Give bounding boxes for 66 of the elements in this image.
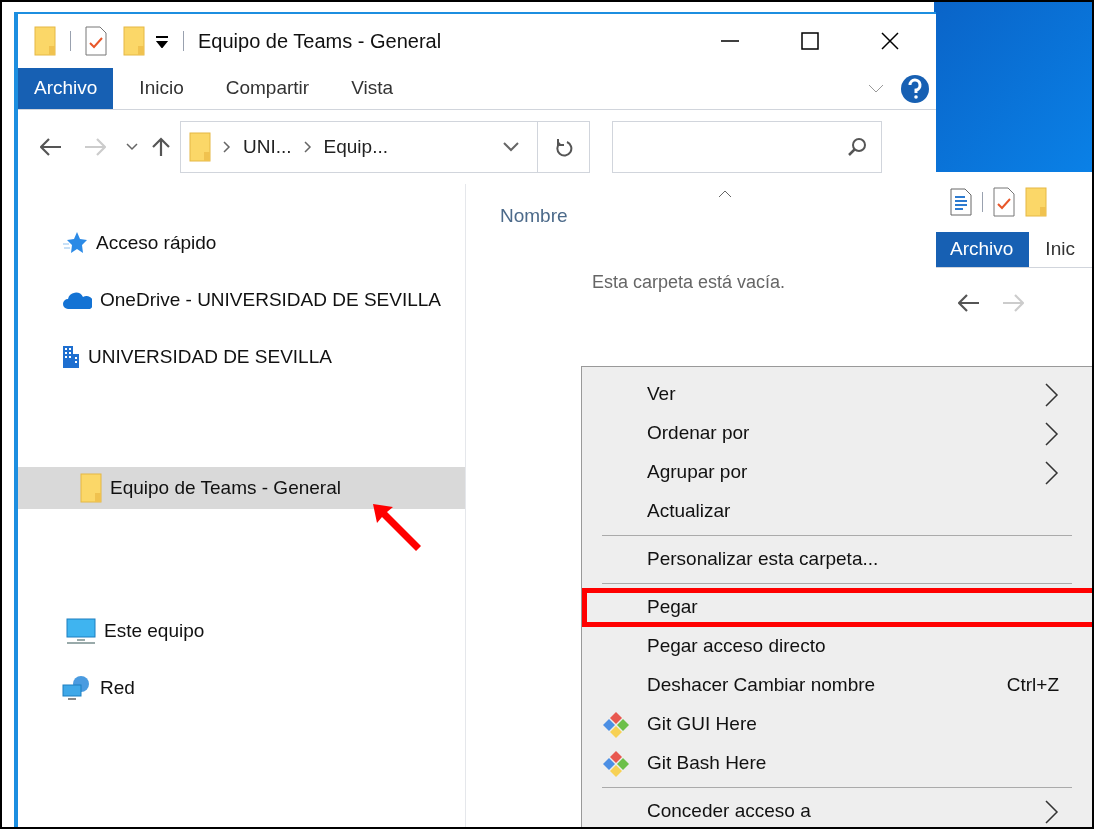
git-icon [601, 748, 631, 779]
chevron-right-icon [1045, 799, 1059, 824]
star-icon [62, 231, 88, 255]
ribbon-tab[interactable]: Inicio [123, 68, 200, 109]
checklist-icon [993, 187, 1015, 217]
ribbon-tab[interactable]: Inic [1029, 232, 1091, 267]
cloud-icon [62, 290, 92, 310]
menu-item[interactable]: Personalizar esta carpeta... [582, 540, 1092, 579]
nav-item[interactable]: OneDrive - UNIVERSIDAD DE SEVILLA [18, 279, 465, 321]
folder-icon [1025, 187, 1047, 217]
customize-toolbar-icon[interactable] [155, 34, 169, 48]
chevron-down-icon[interactable] [868, 83, 884, 94]
folder-icon [189, 132, 211, 162]
menu-item[interactable]: Pegar [582, 588, 1092, 627]
git-icon [601, 709, 631, 740]
document-icon [950, 188, 972, 216]
column-header[interactable]: Nombre [500, 202, 568, 231]
chevron-right-icon [1045, 421, 1059, 446]
breadcrumb[interactable]: Equip... [323, 132, 388, 162]
menu-item[interactable]: Agrupar por [582, 453, 1092, 492]
folder-icon [34, 26, 56, 56]
window-title: Equipo de Teams - General [198, 29, 442, 54]
address-bar[interactable]: UNI... Equip... [180, 121, 590, 173]
folder-icon [123, 26, 145, 56]
menu-item[interactable]: Pegar acceso directo [582, 627, 1092, 666]
building-icon [62, 345, 80, 369]
checklist-icon [85, 26, 107, 56]
monitor-icon [66, 618, 96, 644]
nav-item[interactable]: Este equipo [18, 610, 465, 652]
chevron-down-icon[interactable] [503, 142, 519, 152]
close-icon[interactable] [880, 31, 900, 51]
chevron-right-icon[interactable] [303, 141, 312, 153]
ribbon-tab[interactable]: Compartir [209, 68, 326, 109]
arrow-icon [371, 502, 423, 554]
menu-item[interactable]: Git GUI Here [582, 705, 1092, 744]
menu-item[interactable]: Conceder acceso a [582, 792, 1092, 827]
chevron-right-icon [1045, 460, 1059, 485]
folder-icon [80, 473, 102, 503]
sort-ascending-icon[interactable] [718, 190, 732, 198]
breadcrumb[interactable]: UNI... [243, 132, 292, 162]
nav-item[interactable]: Red [18, 667, 465, 709]
nav-item[interactable]: UNIVERSIDAD DE SEVILLA [18, 336, 465, 378]
menu-item[interactable]: Git Bash Here [582, 744, 1092, 783]
back-icon[interactable] [958, 294, 980, 312]
chevron-right-icon[interactable] [223, 141, 231, 153]
menu-item[interactable]: Ver [582, 375, 1092, 414]
empty-folder-message: Esta carpeta está vacía. [592, 270, 786, 294]
search-icon [847, 137, 867, 157]
nav-item[interactable]: Acceso rápido [18, 222, 465, 264]
maximize-icon[interactable] [800, 31, 820, 51]
nav-item[interactable]: Equipo de Teams - General [18, 467, 465, 509]
ribbon-tab[interactable]: Archivo [18, 68, 114, 109]
refresh-icon[interactable] [554, 137, 573, 157]
menu-item[interactable]: Deshacer Cambiar nombre Ctrl+Z [582, 666, 1092, 705]
menu-item[interactable]: Ordenar por [582, 414, 1092, 453]
ribbon-tab[interactable]: Vista [335, 68, 410, 109]
search-field[interactable] [612, 121, 882, 173]
menu-item[interactable]: Actualizar [582, 492, 1092, 531]
network-icon [62, 675, 92, 701]
back-icon[interactable] [40, 138, 62, 156]
up-icon[interactable] [152, 137, 170, 157]
chevron-down-icon[interactable] [126, 143, 138, 151]
shortcut: Ctrl+Z [1006, 673, 1059, 698]
chevron-right-icon [1045, 382, 1059, 407]
help-icon[interactable] [900, 73, 930, 104]
ribbon-tab[interactable]: Archivo [934, 232, 1030, 267]
